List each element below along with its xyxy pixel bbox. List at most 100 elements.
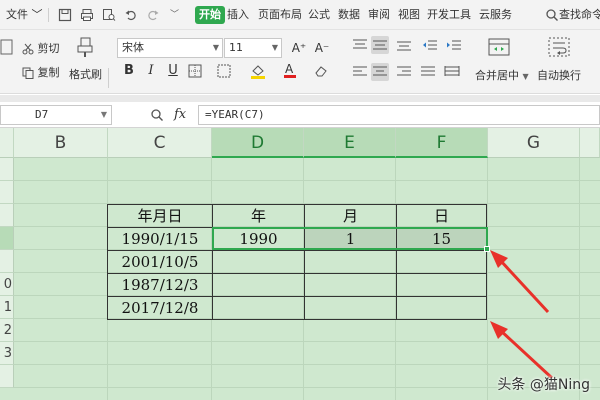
row-header[interactable]: 0	[0, 273, 14, 296]
table-cell[interactable]	[397, 297, 487, 320]
command-search[interactable]: 查找命令	[559, 6, 600, 24]
quick-access-chevron-icon[interactable]: ﹀	[170, 6, 179, 24]
font-size-value: 11	[229, 41, 243, 54]
table-cell[interactable]	[213, 274, 305, 297]
fill-pattern-icon[interactable]	[217, 64, 231, 78]
tab-formulas[interactable]: 公式	[308, 6, 330, 24]
align-right-icon[interactable]	[396, 65, 412, 79]
tab-insert[interactable]: 插入	[227, 6, 249, 24]
column-header-d[interactable]: D	[212, 128, 304, 158]
borders-icon[interactable]	[188, 64, 202, 78]
tab-developer[interactable]: 开发工具	[427, 6, 471, 24]
wrap-text-icon[interactable]	[548, 36, 570, 58]
fx-icon[interactable]: fx	[174, 107, 186, 122]
font-size-select[interactable]: 11 ▼	[224, 38, 282, 58]
increase-font-size-button[interactable]: A⁺	[290, 39, 308, 57]
save-icon[interactable]	[58, 8, 72, 22]
table-cell[interactable]	[213, 297, 305, 320]
align-top-icon[interactable]	[352, 38, 368, 52]
svg-text:A: A	[285, 62, 294, 76]
merge-center-icon[interactable]	[488, 36, 510, 58]
row-header[interactable]	[0, 158, 14, 181]
merge-center-label: 合并居中	[475, 69, 519, 82]
column-header-f[interactable]: F	[396, 128, 488, 158]
undo-icon[interactable]	[124, 8, 138, 22]
distributed-align-icon[interactable]	[444, 65, 460, 79]
column-header-e[interactable]: E	[304, 128, 396, 158]
decrease-indent-icon[interactable]	[422, 38, 438, 52]
row-header[interactable]	[0, 181, 14, 204]
cut-button[interactable]: 剪切	[22, 40, 60, 56]
table-cell[interactable]: 1	[305, 228, 397, 251]
column-header-g[interactable]: G	[488, 128, 580, 158]
row-header[interactable]: 2	[0, 319, 14, 342]
align-bottom-icon[interactable]	[396, 38, 412, 52]
file-menu[interactable]: 文件 ﹀	[6, 6, 43, 24]
row-header[interactable]	[0, 204, 14, 227]
row-header[interactable]	[0, 227, 14, 250]
table-cell[interactable]: 1990/1/15	[108, 228, 213, 251]
wrap-text-button[interactable]: 自动换行	[537, 67, 581, 83]
tab-data[interactable]: 数据	[338, 6, 360, 24]
table-cell[interactable]: 1987/12/3	[108, 274, 213, 297]
underline-button[interactable]: U	[164, 62, 182, 80]
ribbon-toolbar: 剪切 复制 格式刷 宋体 ▼ 11 ▼ A⁺ A⁻ B I U A 合并居中 ▼ 自…	[0, 30, 600, 94]
spreadsheet-grid[interactable]: B C D E F G 0 1 2 3 年月日 年 月 日 1990/1/15 …	[0, 128, 600, 400]
italic-button[interactable]: I	[142, 62, 160, 80]
align-middle-icon[interactable]	[371, 36, 389, 54]
table-cell[interactable]	[397, 274, 487, 297]
paste-icon[interactable]	[0, 38, 14, 56]
justify-icon[interactable]	[420, 65, 436, 79]
table-cell[interactable]: 1990	[213, 228, 305, 251]
format-painter-icon[interactable]	[74, 36, 96, 58]
row-header[interactable]	[0, 250, 14, 273]
name-box[interactable]: D7 ▼	[0, 105, 112, 125]
format-painter-label[interactable]: 格式刷	[69, 66, 102, 82]
table-cell[interactable]: 2017/12/8	[108, 297, 213, 320]
table-cell[interactable]	[305, 251, 397, 274]
decrease-font-size-button[interactable]: A⁻	[313, 39, 331, 57]
table-header-cell[interactable]: 月	[305, 205, 397, 228]
align-center-icon[interactable]	[371, 63, 389, 81]
clear-format-icon[interactable]	[314, 64, 328, 78]
redo-icon[interactable]	[146, 8, 160, 22]
font-name-select[interactable]: 宋体 ▼	[117, 38, 223, 58]
table-cell[interactable]	[305, 297, 397, 320]
table-cell[interactable]: 15	[397, 228, 487, 251]
tab-home[interactable]: 开始	[195, 6, 225, 24]
column-header-h[interactable]	[580, 128, 600, 158]
zoom-search-icon[interactable]	[150, 108, 164, 122]
table-cell[interactable]: 2001/10/5	[108, 251, 213, 274]
tab-page-layout[interactable]: 页面布局	[258, 6, 302, 24]
table-header-cell[interactable]: 年月日	[108, 205, 213, 228]
column-header-b[interactable]: B	[14, 128, 108, 158]
grid-line	[14, 180, 600, 181]
font-name-value: 宋体	[122, 41, 144, 54]
table-cell[interactable]	[305, 274, 397, 297]
tab-cloud[interactable]: 云服务	[479, 6, 512, 24]
font-color-icon[interactable]: A	[283, 62, 297, 78]
select-all-corner[interactable]	[0, 128, 14, 158]
search-icon[interactable]	[545, 8, 559, 22]
grid-line	[14, 341, 600, 342]
bold-button[interactable]: B	[120, 62, 138, 80]
column-header-c[interactable]: C	[108, 128, 212, 158]
increase-indent-icon[interactable]	[446, 38, 462, 52]
print-preview-icon[interactable]	[102, 8, 116, 22]
print-icon[interactable]	[80, 8, 94, 22]
table-header-cell[interactable]: 日	[397, 205, 487, 228]
table-cell[interactable]	[213, 251, 305, 274]
table-header-cell[interactable]: 年	[213, 205, 305, 228]
tab-view[interactable]: 视图	[398, 6, 420, 24]
fill-color-icon[interactable]	[250, 63, 266, 79]
align-left-icon[interactable]	[352, 65, 368, 79]
row-header[interactable]	[0, 365, 14, 388]
table-cell[interactable]	[397, 251, 487, 274]
tab-review[interactable]: 审阅	[368, 6, 390, 24]
copy-button[interactable]: 复制	[22, 64, 60, 80]
merge-center-button[interactable]: 合并居中 ▼	[475, 67, 529, 83]
row-header[interactable]: 3	[0, 342, 14, 365]
formula-input[interactable]: =YEAR(C7)	[198, 105, 600, 125]
fill-handle[interactable]	[484, 246, 490, 252]
row-header[interactable]: 1	[0, 296, 14, 319]
